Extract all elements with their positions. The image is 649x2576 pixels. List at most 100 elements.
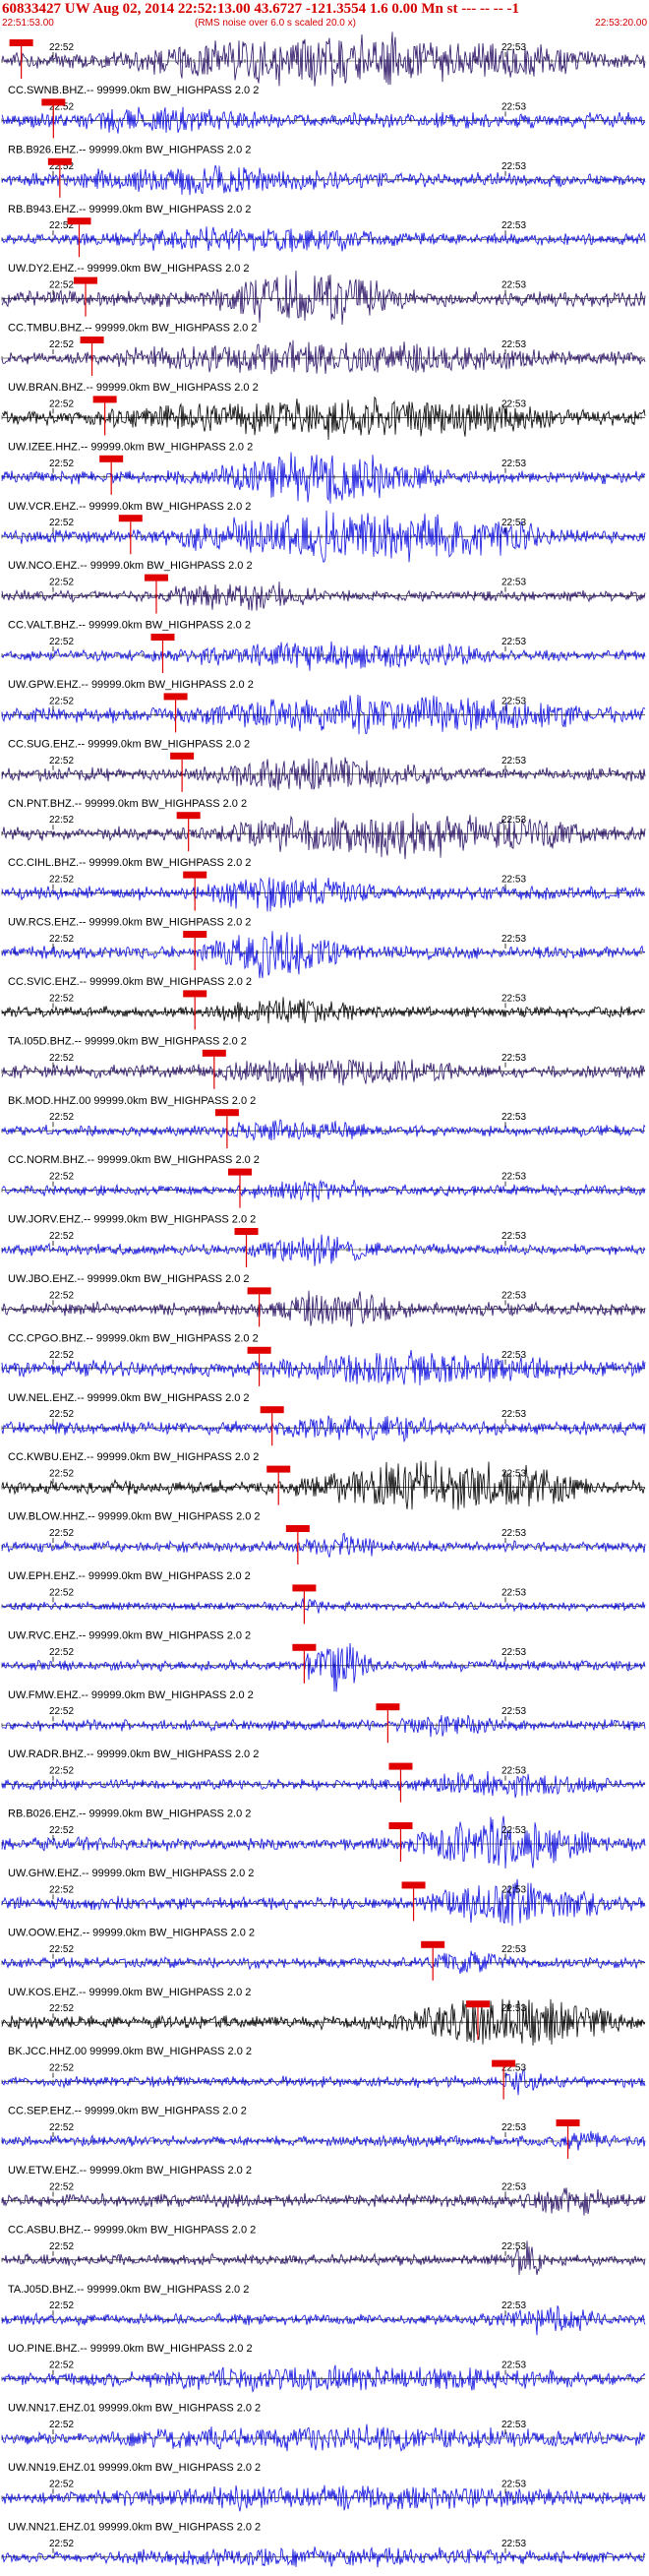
time-label-2252: 22:52 bbox=[49, 696, 74, 706]
trace-36: 22:52 22:53 UW.ETW.EHZ.-- 99999.0km BW_HIG… bbox=[1, 2119, 646, 2177]
time-label-2253: 22:53 bbox=[502, 1112, 526, 1123]
time-label-2252: 22:52 bbox=[49, 1825, 74, 1836]
station-label: CC.SEP.EHZ.-- 99999.0km BW_HIGHPASS 2.0 … bbox=[8, 2106, 247, 2117]
trace-35: 22:52 22:53CC.SEP.EHZ.-- 99999.0km BW_HIG… bbox=[1, 2059, 646, 2117]
trace-waveform bbox=[1, 2423, 646, 2452]
time-label-2252: 22:52 bbox=[49, 1647, 74, 1658]
trace-10: 22:52 22:53 CC.VALT.BHZ.-- 99999.0km BW_HI… bbox=[1, 574, 646, 632]
trace-waveform bbox=[1, 2187, 646, 2216]
time-label-2253: 22:53 bbox=[502, 696, 526, 706]
time-label-2252: 22:52 bbox=[49, 1528, 74, 1539]
time-label-2252: 22:52 bbox=[49, 993, 74, 1004]
time-label-2253: 22:53 bbox=[502, 339, 526, 350]
pick-flag bbox=[292, 1584, 317, 1592]
trace-waveform bbox=[1, 1815, 646, 1870]
pick-flag bbox=[144, 574, 168, 582]
time-label-2252: 22:52 bbox=[49, 1409, 74, 1420]
trace-waveform bbox=[1, 1350, 646, 1386]
pick-flag bbox=[150, 634, 175, 641]
time-label-2253: 22:53 bbox=[502, 1350, 526, 1361]
time-label-2253: 22:53 bbox=[502, 1172, 526, 1183]
time-label-2252: 22:52 bbox=[49, 1231, 74, 1242]
pick-flag bbox=[266, 1465, 291, 1473]
trace-27: 22:52 22:53 UW.RVC.EHZ.-- 99999.0km BW_HIG… bbox=[1, 1584, 646, 1641]
time-label-2252: 22:52 bbox=[49, 815, 74, 826]
trace-waveform bbox=[1, 452, 646, 504]
time-label-2253: 22:53 bbox=[502, 2539, 526, 2549]
trace-waveform bbox=[1, 1460, 646, 1510]
time-label-2252: 22:52 bbox=[49, 1706, 74, 1717]
pick-flag bbox=[99, 455, 124, 462]
trace-waveform bbox=[1, 931, 646, 979]
pick-flag bbox=[41, 98, 66, 106]
trace-waveform bbox=[1, 2130, 646, 2151]
pick-flag bbox=[465, 2000, 490, 2008]
time-label-2253: 22:53 bbox=[502, 518, 526, 528]
station-label: CC.SUG.EHZ.-- 99999.0km BW_HIGHPASS 2.0 … bbox=[8, 738, 250, 750]
time-label-2252: 22:52 bbox=[49, 459, 74, 469]
trace-21: 22:52 22:53 UW.JBO.EHZ.-- 99999.0km BW_HIG… bbox=[1, 1228, 646, 1285]
trace-39: 22:52 22:53 UO.PINE.BHZ.-- 99999.0km BW_HI… bbox=[1, 2300, 646, 2355]
pick-flag bbox=[9, 39, 33, 46]
pick-flag bbox=[47, 157, 72, 165]
trace-4: 22:52 22:53UW.DY2.EHZ.-- 99999.0km BW_HIG… bbox=[1, 217, 646, 275]
pick-flag bbox=[421, 1940, 445, 1948]
time-label-2252: 22:52 bbox=[49, 1053, 74, 1064]
trace-16: 22:52 22:53 CC.SVIC.EHZ.-- 99999.0km BW_HI… bbox=[1, 931, 646, 988]
trace-14: 22:52 22:53 CC.CIHL.BHZ.-- 99999.0km BW_HI… bbox=[1, 812, 646, 869]
time-label-2252: 22:52 bbox=[49, 2003, 74, 2014]
time-label-2253: 22:53 bbox=[502, 2479, 526, 2489]
trace-waveform bbox=[1, 270, 646, 326]
station-label: RB.B026.EHZ.-- 99999.0km BW_HIGHPASS 2.0… bbox=[8, 1809, 251, 1820]
trace-34: 22:52 22:53 BK.JCC.HHZ.00 99999.0km BW_HIG… bbox=[1, 1998, 646, 2057]
time-label-2252: 22:52 bbox=[49, 1112, 74, 1123]
time-label-2253: 22:53 bbox=[502, 1231, 526, 1242]
station-label: BK.MOD.HHZ.00 99999.0km BW_HIGHPASS 2.0 … bbox=[8, 1095, 256, 1107]
trace-42: 22:52 22:53 UW.NN21.EHZ.01 99999.0km BW_HI… bbox=[1, 2479, 646, 2533]
time-label-2252: 22:52 bbox=[49, 2539, 74, 2549]
time-label-2253: 22:53 bbox=[502, 1766, 526, 1777]
pick-flag bbox=[74, 276, 98, 284]
time-label-2252: 22:52 bbox=[49, 2181, 74, 2192]
seismogram-plot: 22:52 22:53 CC.SWNB.BHZ.-- 99999.0km BW_HI… bbox=[1, 31, 646, 2568]
trace-waveform bbox=[1, 997, 646, 1024]
time-label-2253: 22:53 bbox=[502, 756, 526, 767]
time-label-2253: 22:53 bbox=[502, 2003, 526, 2014]
pick-flag bbox=[183, 990, 207, 998]
station-label: UW.VCR.EHZ.-- 99999.0km BW_HIGHPASS 2.0 … bbox=[8, 501, 251, 513]
station-label: UW.FMW.EHZ.-- 99999.0km BW_HIGHPASS 2.0 … bbox=[8, 1689, 254, 1701]
time-label-2252: 22:52 bbox=[49, 1290, 74, 1301]
time-label-2252: 22:52 bbox=[49, 2420, 74, 2430]
pick-flag bbox=[556, 2119, 580, 2126]
time-label-2253: 22:53 bbox=[502, 815, 526, 826]
trace-waveform bbox=[1, 2240, 646, 2276]
trace-waveform bbox=[1, 877, 646, 912]
station-label: UW.JBO.EHZ.-- 99999.0km BW_HIGHPASS 2.0 … bbox=[8, 1273, 250, 1285]
trace-30: 22:52 22:53 RB.B026.EHZ.-- 99999.0km BW_HI… bbox=[1, 1762, 646, 1820]
time-label-2252: 22:52 bbox=[49, 42, 74, 53]
pick-flag bbox=[80, 337, 104, 343]
pick-flag bbox=[401, 1881, 426, 1889]
station-label: CC.SWNB.BHZ.-- 99999.0km BW_HIGHPASS 2.0… bbox=[8, 85, 259, 96]
trace-waveform bbox=[1, 2364, 646, 2393]
trace-waveform bbox=[1, 1179, 646, 1202]
pick-flag bbox=[376, 1703, 400, 1711]
time-label-2253: 22:53 bbox=[502, 1053, 526, 1064]
time-label-2253: 22:53 bbox=[502, 101, 526, 112]
pick-flag bbox=[202, 1049, 226, 1057]
trace-8: 22:52 22:53 UW.VCR.EHZ.-- 99999.0km BW_HIG… bbox=[1, 452, 646, 513]
trace-5: 22:52 22:53 CC.TMBU.BHZ.-- 99999.0km BW_HI… bbox=[1, 270, 646, 335]
station-label: CC.NORM.BHZ.-- 99999.0km BW_HIGHPASS 2.0… bbox=[8, 1154, 260, 1166]
trace-waveform bbox=[1, 1234, 646, 1266]
pick-flag bbox=[260, 1406, 284, 1414]
trace-9: 22:52 22:53 UW.NCO.EHZ.-- 99999.0km BW_HIG… bbox=[1, 510, 646, 572]
time-label-2253: 22:53 bbox=[502, 1528, 526, 1539]
station-label: TA.J05D.BHZ.-- 99999.0km BW_HIGHPASS 2.0… bbox=[8, 2284, 249, 2296]
trace-waveform bbox=[1, 339, 646, 375]
station-label: CC.TMBU.BHZ.-- 99999.0km BW_HIGHPASS 2.0… bbox=[8, 323, 257, 335]
trace-waveform bbox=[1, 1059, 646, 1086]
time-label-2253: 22:53 bbox=[502, 2420, 526, 2430]
time-label-2253: 22:53 bbox=[502, 1409, 526, 1420]
station-label: CC.CPGO.BHZ.-- 99999.0km BW_HIGHPASS 2.0… bbox=[8, 1332, 259, 1344]
time-label-2252: 22:52 bbox=[49, 399, 74, 409]
